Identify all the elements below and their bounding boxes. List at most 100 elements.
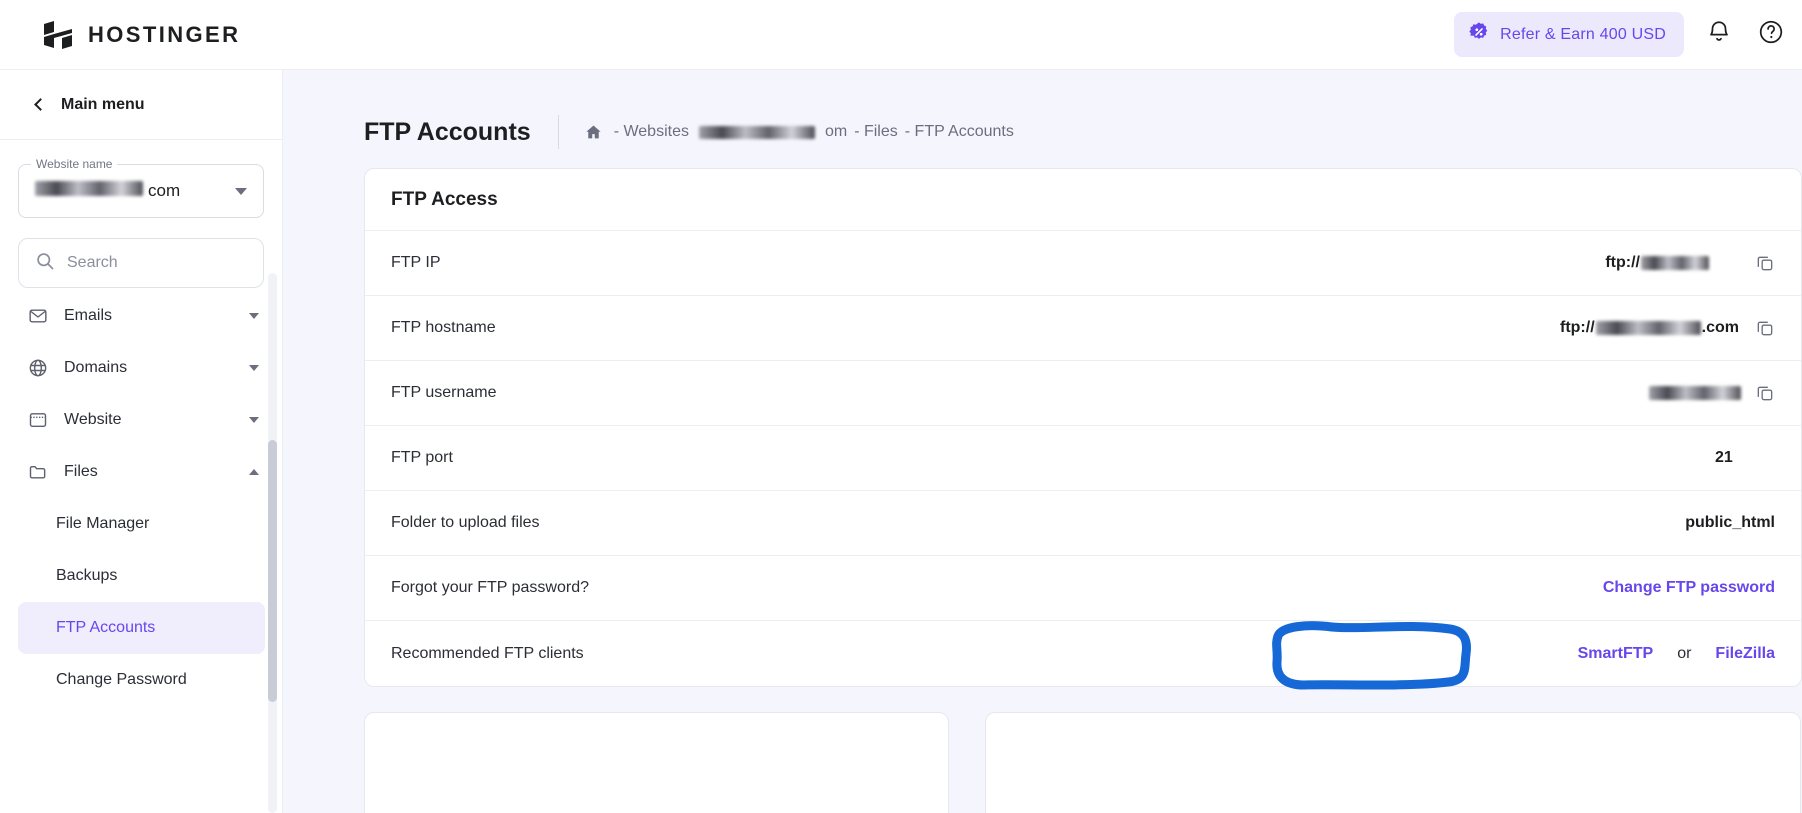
search-input[interactable]	[67, 254, 237, 272]
redacted-ftp-hostname	[1595, 321, 1701, 335]
brand-logo[interactable]: HOSTINGER	[42, 19, 240, 51]
sidebar-item-files[interactable]: Files	[0, 446, 282, 498]
notifications-button[interactable]	[1702, 18, 1736, 52]
breadcrumb-websites[interactable]: - Websites	[614, 123, 689, 141]
row-label: Recommended FTP clients	[391, 644, 584, 662]
table-row-ftp-ip: FTP IP ftp://	[365, 231, 1801, 296]
sidebar-subitem-label: FTP Accounts	[56, 619, 156, 636]
ftp-hostname-suffix: .com	[1701, 319, 1739, 336]
sidebar-item-label: Website	[64, 411, 122, 428]
sidebar-item-backups[interactable]: Backups	[18, 550, 265, 602]
redacted-breadcrumb-domain	[698, 125, 815, 139]
top-bar: HOSTINGER Refer & Earn 400 USD	[0, 0, 1802, 70]
sidebar: Main menu Website name com Search Emails…	[0, 70, 283, 813]
ftp-port-value: 21	[1715, 449, 1733, 466]
table-row-upload-folder: Folder to upload files public_html	[365, 491, 1801, 556]
table-row-recommended-clients: Recommended FTP clients SmartFTP or File…	[365, 621, 1801, 686]
filezilla-link[interactable]: FileZilla	[1715, 645, 1775, 663]
sidebar-item-label: Files	[64, 463, 98, 480]
search-box[interactable]	[18, 238, 264, 288]
card-title: FTP Access	[391, 188, 498, 210]
help-button[interactable]	[1754, 18, 1788, 52]
sidebar-nav-scroll-area[interactable]: Security Emails	[0, 275, 282, 813]
ftp-username-value	[1649, 386, 1741, 400]
bell-icon	[1706, 19, 1732, 50]
bottom-card-right	[985, 712, 1801, 813]
main-menu-label: Main menu	[61, 95, 145, 113]
ftp-ip-prefix: ftp://	[1605, 254, 1640, 271]
table-row-ftp-username: FTP username	[365, 361, 1801, 426]
row-value: ftp:// .com	[1320, 318, 1775, 338]
folder-icon	[28, 462, 48, 482]
help-circle-icon	[1758, 19, 1784, 50]
home-icon[interactable]	[584, 123, 603, 142]
row-label: FTP port	[391, 449, 453, 466]
sidebar-item-change-password[interactable]: Change Password	[18, 654, 265, 706]
redacted-domain	[35, 181, 143, 196]
row-label: FTP IP	[391, 254, 441, 271]
ftp-hostname-prefix: ftp://	[1560, 319, 1595, 336]
website-select-value: com	[35, 181, 180, 201]
row-value: SmartFTP or FileZilla	[1338, 645, 1775, 663]
or-separator: or	[1677, 644, 1692, 662]
change-ftp-password-link[interactable]: Change FTP password	[1603, 579, 1775, 597]
row-value	[1409, 383, 1775, 403]
refer-and-earn-label: Refer & Earn 400 USD	[1500, 25, 1666, 43]
website-select[interactable]: Website name com	[18, 157, 264, 218]
sidebar-item-emails[interactable]: Emails	[0, 290, 282, 342]
header-divider	[557, 115, 559, 149]
website-domain-suffix: com	[148, 181, 181, 200]
table-row-forgot-password: Forgot your FTP password? Change FTP pas…	[365, 556, 1801, 621]
breadcrumb-files[interactable]: - Files	[854, 123, 898, 141]
top-bar-actions: Refer & Earn 400 USD	[1454, 12, 1802, 57]
ftp-access-card: FTP Access FTP IP ftp:// FTP hostname ft…	[364, 168, 1802, 687]
sidebar-item-ftp-accounts[interactable]: FTP Accounts	[18, 602, 265, 654]
chevron-down-icon	[235, 187, 247, 195]
brand-name: HOSTINGER	[88, 21, 241, 47]
copy-ftp-hostname-button[interactable]	[1755, 318, 1775, 338]
sidebar-subitem-label: File Manager	[56, 515, 150, 532]
chevron-down-icon	[249, 417, 259, 423]
upload-folder-value: public_html	[1685, 514, 1775, 531]
redacted-ftp-username	[1649, 386, 1741, 400]
page-title: FTP Accounts	[364, 117, 531, 146]
ftp-hostname-value: ftp:// .com	[1560, 319, 1739, 337]
sidebar-subitem-label: Change Password	[56, 671, 187, 688]
row-value: Change FTP password	[1363, 579, 1775, 597]
redacted-ftp-ip	[1641, 256, 1709, 270]
sidebar-item-file-manager[interactable]: File Manager	[18, 498, 265, 550]
ftp-ip-value: ftp://	[1605, 254, 1709, 272]
hostinger-logo-icon	[42, 19, 74, 51]
row-label: FTP hostname	[391, 319, 496, 336]
discount-badge-icon	[1468, 21, 1490, 48]
row-value: ftp://	[1365, 253, 1775, 273]
ftp-access-card-header: FTP Access	[365, 169, 1801, 231]
table-row-ftp-port: FTP port 21	[365, 426, 1801, 491]
smartftp-link[interactable]: SmartFTP	[1578, 645, 1654, 663]
table-row-ftp-hostname: FTP hostname ftp:// .com	[365, 296, 1801, 361]
sidebar-item-website[interactable]: Website	[0, 394, 282, 446]
envelope-icon	[28, 306, 48, 326]
main-menu-back-button[interactable]: Main menu	[0, 70, 282, 140]
window-icon	[28, 410, 48, 430]
copy-ftp-username-button[interactable]	[1755, 383, 1775, 403]
breadcrumb-domain-suffix[interactable]: om	[825, 123, 847, 141]
page-header: FTP Accounts - Websites om - Files - FTP…	[283, 70, 1802, 156]
breadcrumb: - Websites om - Files - FTP Accounts	[584, 123, 1014, 142]
sidebar-item-domains[interactable]: Domains	[0, 342, 282, 394]
website-select-legend: Website name	[31, 157, 118, 171]
refer-and-earn-button[interactable]: Refer & Earn 400 USD	[1454, 12, 1684, 57]
bottom-cards-area	[364, 712, 1802, 813]
sidebar-scrollbar-thumb[interactable]	[268, 440, 277, 702]
main-content: FTP Accounts - Websites om - Files - FTP…	[283, 70, 1802, 813]
row-label: Forgot your FTP password?	[391, 579, 590, 596]
chevron-up-icon	[249, 469, 259, 475]
chevron-left-icon	[34, 98, 47, 111]
search-icon	[35, 251, 55, 276]
chevron-down-icon	[249, 365, 259, 371]
sidebar-item-label: Domains	[64, 359, 128, 376]
copy-ftp-ip-button[interactable]	[1755, 253, 1775, 273]
row-value: 21	[1475, 449, 1775, 467]
sidebar-nav-list: Security Emails	[0, 275, 282, 706]
sidebar-item-label: Emails	[64, 307, 113, 324]
